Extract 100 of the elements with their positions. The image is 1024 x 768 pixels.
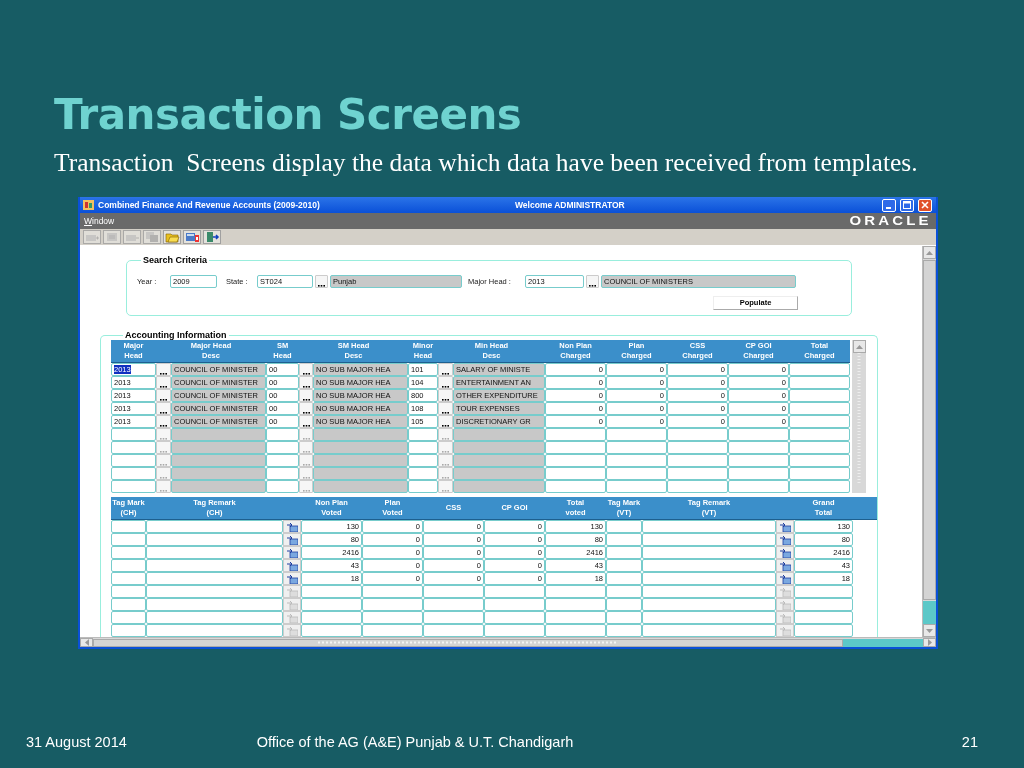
- input-field[interactable]: [423, 598, 484, 612]
- input-field[interactable]: [146, 624, 283, 638]
- input-field[interactable]: [301, 611, 362, 625]
- lookup-button[interactable]: [299, 402, 313, 416]
- toolbar-button[interactable]: [203, 230, 221, 245]
- input-field[interactable]: [362, 598, 423, 612]
- input-field[interactable]: [146, 559, 283, 573]
- input-field[interactable]: [171, 480, 266, 494]
- input-field[interactable]: [606, 585, 642, 599]
- lookup-button[interactable]: [438, 363, 453, 377]
- input-field[interactable]: [111, 533, 146, 547]
- input-field[interactable]: [667, 467, 728, 481]
- lookup-button[interactable]: [299, 363, 313, 377]
- lookup-button[interactable]: [156, 402, 171, 416]
- details-button[interactable]: [776, 520, 794, 534]
- input-field[interactable]: [794, 624, 853, 638]
- input-field[interactable]: [408, 441, 438, 455]
- input-field[interactable]: [423, 624, 484, 638]
- input-field[interactable]: [545, 467, 606, 481]
- input-field[interactable]: [423, 585, 484, 599]
- lookup-button[interactable]: [156, 363, 171, 377]
- input-field[interactable]: [266, 441, 299, 455]
- scroll-up-button[interactable]: [852, 340, 866, 354]
- input-field[interactable]: [111, 520, 146, 534]
- input-field[interactable]: [545, 480, 606, 494]
- input-field[interactable]: [453, 441, 545, 455]
- input-field[interactable]: [301, 624, 362, 638]
- details-button[interactable]: [776, 546, 794, 560]
- input-field[interactable]: [484, 611, 545, 625]
- maximize-button[interactable]: [900, 198, 914, 212]
- input-field[interactable]: [606, 624, 642, 638]
- lookup-button[interactable]: [156, 415, 171, 429]
- input-field[interactable]: [484, 585, 545, 599]
- input-field[interactable]: [789, 402, 850, 416]
- input-field[interactable]: [728, 428, 789, 442]
- input-field[interactable]: [789, 363, 850, 377]
- input-field[interactable]: [313, 428, 408, 442]
- input-field[interactable]: [313, 480, 408, 494]
- minimize-button[interactable]: [882, 198, 896, 212]
- input-field[interactable]: [642, 611, 776, 625]
- input-field[interactable]: [408, 467, 438, 481]
- input-field[interactable]: [111, 598, 146, 612]
- input-field[interactable]: [606, 598, 642, 612]
- input-field[interactable]: [606, 611, 642, 625]
- scroll-left-button[interactable]: [80, 638, 93, 648]
- input-field[interactable]: [545, 585, 606, 599]
- input-field[interactable]: [111, 572, 146, 586]
- details-button[interactable]: [283, 533, 301, 547]
- input-field[interactable]: [171, 428, 266, 442]
- input-field[interactable]: [606, 428, 667, 442]
- toolbar-button[interactable]: [163, 230, 181, 245]
- input-field[interactable]: [728, 454, 789, 468]
- lookup-button[interactable]: [315, 275, 328, 289]
- lookup-button[interactable]: [299, 415, 313, 429]
- input-field[interactable]: [545, 428, 606, 442]
- input-field[interactable]: [789, 441, 850, 455]
- input-field[interactable]: [606, 546, 642, 560]
- input-field[interactable]: [728, 441, 789, 455]
- scroll-right-button[interactable]: [923, 638, 936, 648]
- input-field[interactable]: [453, 454, 545, 468]
- details-button[interactable]: [776, 572, 794, 586]
- input-field[interactable]: [606, 480, 667, 494]
- input-field[interactable]: [146, 585, 283, 599]
- input-field[interactable]: [111, 559, 146, 573]
- input-field[interactable]: [266, 480, 299, 494]
- input-field[interactable]: [642, 559, 776, 573]
- toolbar-button[interactable]: [183, 230, 201, 245]
- input-field[interactable]: [667, 454, 728, 468]
- input-field[interactable]: [484, 598, 545, 612]
- input-field[interactable]: [484, 624, 545, 638]
- input-field[interactable]: [789, 415, 850, 429]
- input-field[interactable]: [313, 454, 408, 468]
- input-field[interactable]: [453, 428, 545, 442]
- input-field[interactable]: [642, 533, 776, 547]
- scroll-thumb[interactable]: [93, 638, 843, 647]
- input-field[interactable]: [423, 611, 484, 625]
- scroll-thumb[interactable]: [923, 260, 936, 601]
- menu-item[interactable]: Window: [84, 214, 115, 228]
- input-field[interactable]: [642, 598, 776, 612]
- input-field[interactable]: [453, 480, 545, 494]
- input-field[interactable]: [667, 428, 728, 442]
- input-field[interactable]: [606, 454, 667, 468]
- input-field[interactable]: [789, 376, 850, 390]
- input-field[interactable]: [606, 520, 642, 534]
- input-field[interactable]: [545, 598, 606, 612]
- input-field[interactable]: [362, 624, 423, 638]
- input-field[interactable]: [642, 520, 776, 534]
- input-field[interactable]: [667, 441, 728, 455]
- lookup-button[interactable]: [156, 389, 171, 403]
- input-field[interactable]: [146, 533, 283, 547]
- lookup-button[interactable]: [438, 415, 453, 429]
- input-field[interactable]: [789, 480, 850, 494]
- input-field[interactable]: [606, 441, 667, 455]
- lookup-button[interactable]: [299, 389, 313, 403]
- input-field[interactable]: [545, 611, 606, 625]
- input-field[interactable]: [545, 624, 606, 638]
- input-field[interactable]: [146, 611, 283, 625]
- input-field[interactable]: [171, 467, 266, 481]
- lookup-button[interactable]: [438, 402, 453, 416]
- scroll-down-button[interactable]: [923, 624, 936, 638]
